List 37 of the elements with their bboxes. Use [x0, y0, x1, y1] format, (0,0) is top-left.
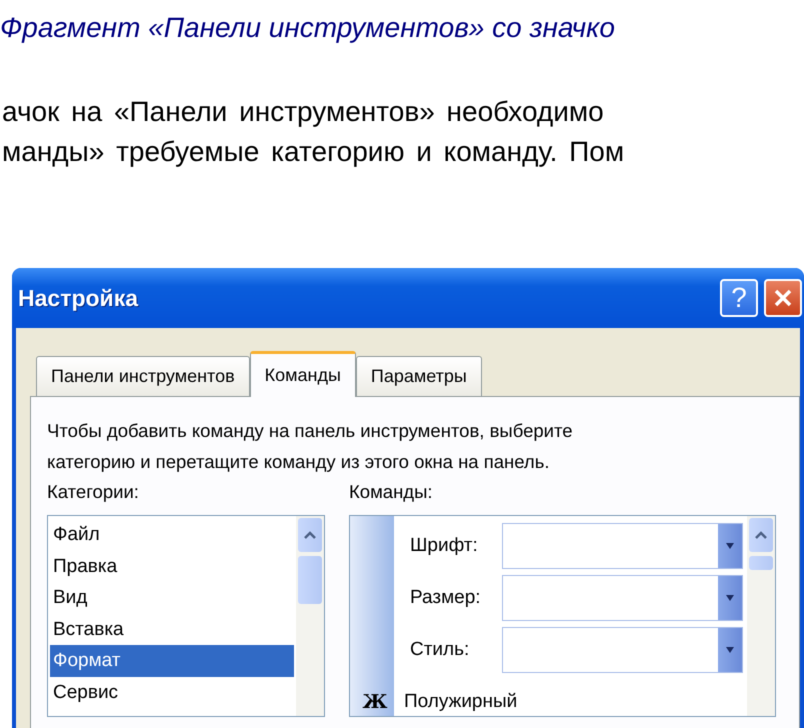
category-item[interactable]: Сервис	[50, 676, 294, 708]
combo-field[interactable]	[502, 523, 743, 569]
combo-field[interactable]	[502, 575, 743, 621]
scroll-up-button[interactable]	[298, 518, 322, 552]
caret-down-icon	[725, 647, 735, 653]
paragraph-line: ачок на «Панели инструментов» необходимо	[2, 95, 605, 129]
tab[interactable]: Параметры	[356, 356, 482, 396]
command-item[interactable]: Полужирный	[404, 691, 518, 713]
categories-label: Категории:	[47, 481, 140, 504]
scrollbar[interactable]	[747, 516, 775, 716]
command-label: Шрифт:	[409, 535, 479, 557]
close-button[interactable]	[764, 279, 802, 317]
caret-down-icon	[725, 543, 735, 549]
caret-down-icon	[725, 595, 735, 601]
scroll-thumb[interactable]	[749, 556, 773, 570]
bold-icon: Ж	[358, 691, 392, 713]
scroll-up-button[interactable]	[749, 518, 773, 552]
caret-up-icon	[303, 530, 317, 540]
caret-up-icon	[754, 530, 768, 540]
combo-field[interactable]	[502, 627, 743, 673]
paragraph-line: манды» требуемые категорию и команду. Пом	[2, 135, 626, 169]
category-item[interactable]: Формат	[50, 645, 294, 676]
scroll-thumb[interactable]	[298, 556, 322, 604]
category-item[interactable]: Вставка	[50, 614, 294, 645]
window-title: Настройка	[18, 284, 140, 312]
command-label: Стиль:	[409, 639, 470, 661]
category-item[interactable]: Вид	[50, 582, 294, 614]
tab[interactable]: Команды	[250, 351, 356, 397]
close-icon	[772, 287, 794, 309]
instruction-text: Чтобы добавить команду на панель инструментов, выберите категорию и перетащите команду из этого окна на панель.	[47, 419, 574, 474]
category-item[interactable]: Файл	[50, 519, 294, 550]
category-item[interactable]: Правка	[50, 550, 294, 582]
tab[interactable]: Панели инструментов	[36, 356, 250, 396]
command-label: Размер:	[409, 587, 482, 609]
commands-label: Команды:	[349, 481, 434, 504]
slide-heading: Фрагмент «Панели инструментов» со значко	[0, 11, 616, 45]
scrollbar[interactable]	[296, 516, 324, 716]
